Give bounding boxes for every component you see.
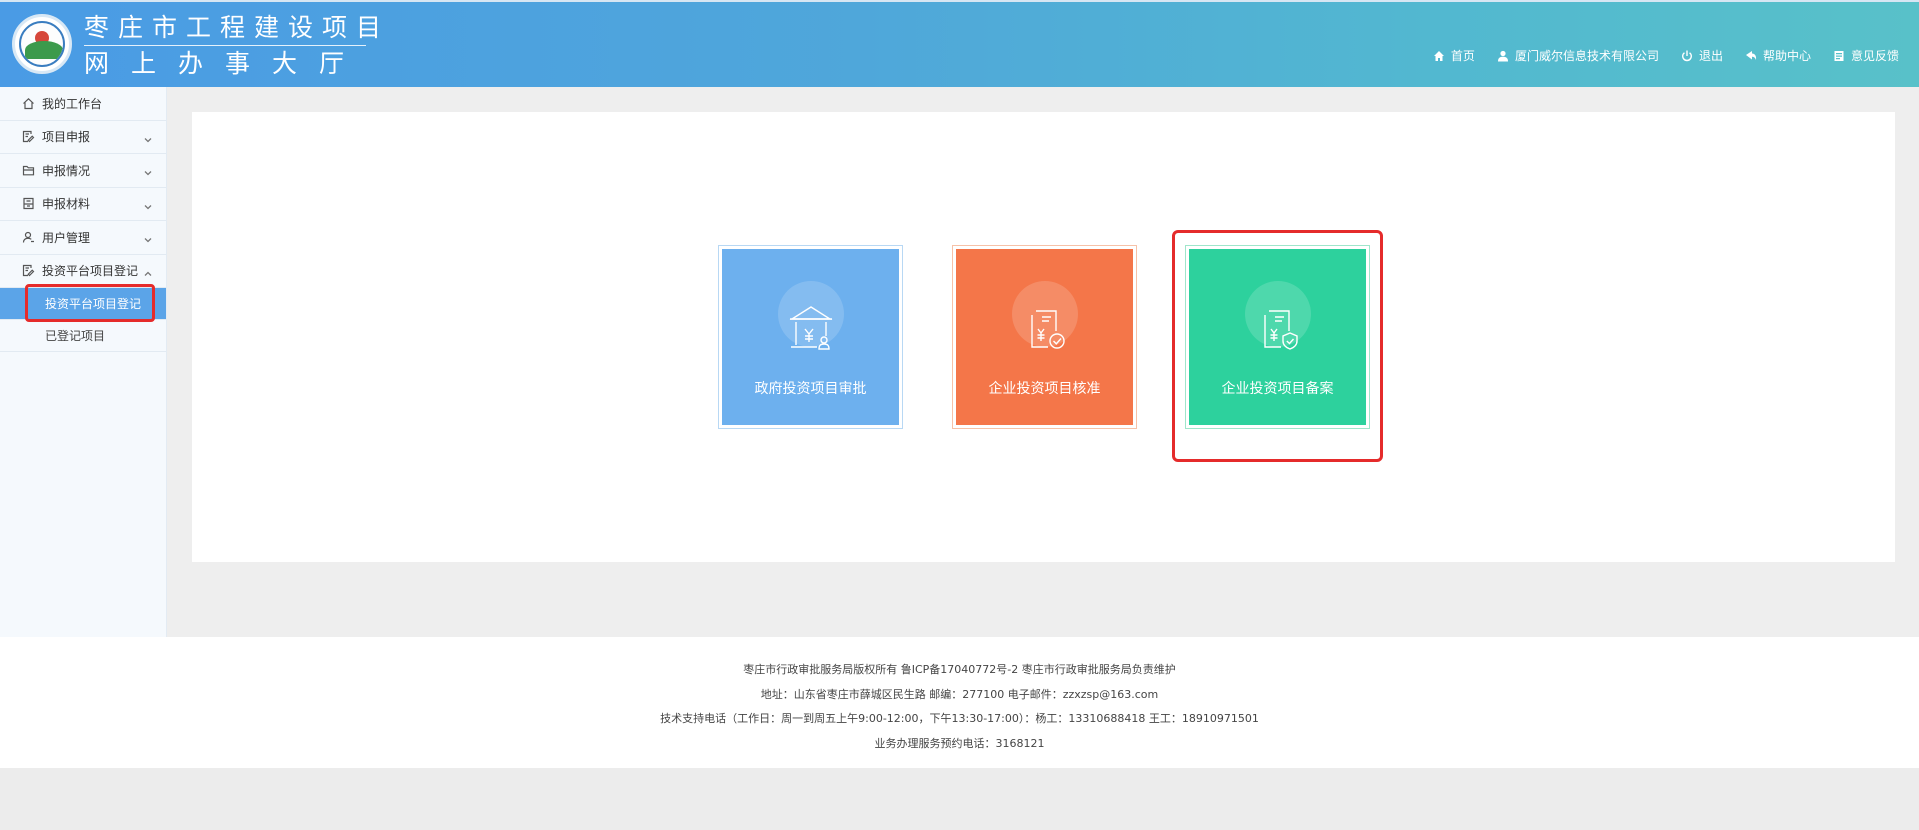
page-footer: 枣庄市行政审批服务局版权所有 鲁ICP备17040772号-2 枣庄市行政审批服…: [0, 637, 1919, 768]
page-bottom-background: [0, 768, 1919, 830]
nav-user-label: 厦门威尔信息技术有限公司: [1514, 49, 1659, 63]
edit-doc-icon: [22, 264, 35, 277]
logo-emblem: [19, 21, 65, 67]
sidebar-item-label: 申报材料: [42, 197, 91, 212]
sidebar-subitem-registered-projects[interactable]: 已登记项目: [0, 320, 166, 352]
archive-icon: [22, 197, 35, 210]
edit-doc-icon: [22, 130, 35, 143]
title-divider: [84, 45, 366, 46]
card-label: 政府投资项目审批: [754, 381, 867, 397]
chevron-down-icon: [144, 233, 152, 243]
sidebar-item-user-management[interactable]: 用户管理: [0, 221, 166, 255]
nav-feedback-link[interactable]: 意见反馈: [1833, 47, 1899, 64]
sidebar-subitem-label: 已登记项目: [45, 329, 106, 343]
nav-user-link[interactable]: 厦门威尔信息技术有限公司: [1497, 47, 1659, 64]
sidebar: 我的工作台 项目申报 申报情况 申报材料 用户管理 投资平台项目登记 投资平台项…: [0, 87, 167, 637]
chevron-down-icon: [144, 200, 152, 209]
site-title-line2: 网上办事大厅: [84, 49, 367, 78]
footer-address: 地址：山东省枣庄市薛城区民生路 邮编：277100 电子邮件：zzxzsp@16…: [760, 687, 1159, 701]
sidebar-item-label: 申报情况: [42, 163, 91, 178]
government-building-icon: [770, 301, 852, 367]
nav-logout-link[interactable]: 退出: [1681, 47, 1723, 64]
selected-card-highlight-box: [1172, 230, 1383, 462]
nav-home-label: 首页: [1450, 49, 1475, 63]
footer-booking-phone: 业务办理服务预约电话：3168121: [874, 736, 1045, 750]
help-icon: [1745, 50, 1757, 62]
footer-support-phone: 技术支持电话（工作日：周一到周五上午9:00-12:00，下午13:30-17:…: [660, 712, 1259, 725]
sidebar-item-label: 我的工作台: [42, 96, 103, 111]
card-body: 企业投资项目核准: [956, 249, 1133, 425]
sidebar-item-label: 用户管理: [42, 230, 91, 245]
nav-help-link[interactable]: 帮助中心: [1745, 47, 1811, 64]
sidebar-item-label: 项目申报: [42, 130, 91, 145]
gov-investment-approval-card[interactable]: 政府投资项目审批: [718, 245, 903, 429]
footer-copyright: 枣庄市行政审批服务局版权所有 鲁ICP备17040772号-2 枣庄市行政审批服…: [743, 663, 1176, 676]
sidebar-item-investment-registration[interactable]: 投资平台项目登记: [0, 255, 166, 288]
sidebar-item-project-apply[interactable]: 项目申报: [0, 121, 166, 154]
sidebar-item-workbench[interactable]: 我的工作台: [0, 87, 166, 121]
sidebar-item-apply-materials[interactable]: 申报材料: [0, 188, 166, 221]
user-icon: [1497, 50, 1509, 62]
enterprise-investment-approval-card[interactable]: 企业投资项目核准: [952, 245, 1137, 429]
folder-icon: [22, 164, 35, 177]
logo-hill: [25, 41, 63, 59]
chevron-down-icon: [144, 133, 152, 142]
site-title: 枣庄市工程建设项目 网上办事大厅: [84, 13, 390, 79]
document-check-icon: [1004, 301, 1086, 367]
nav-feedback-label: 意见反馈: [1850, 49, 1899, 63]
header-top-border: [0, 0, 1919, 2]
card-body: 政府投资项目审批: [722, 249, 899, 425]
nav-home-link[interactable]: 首页: [1433, 47, 1475, 64]
user-icon: [22, 231, 35, 244]
chevron-down-icon: [144, 166, 152, 176]
power-icon: [1681, 50, 1693, 62]
card-label: 企业投资项目核准: [988, 381, 1101, 397]
home-icon: [22, 97, 35, 110]
chevron-up-icon: [144, 267, 152, 276]
sidebar-item-apply-status[interactable]: 申报情况: [0, 154, 166, 188]
top-nav: 首页 厦门威尔信息技术有限公司 退出 帮助中心 意见反馈: [1411, 47, 1899, 64]
active-item-highlight-box: [25, 284, 155, 322]
home-icon: [1433, 50, 1445, 62]
sidebar-item-label: 投资平台项目登记: [42, 264, 139, 279]
city-seal-logo[interactable]: [12, 14, 72, 74]
feedback-icon: [1833, 50, 1845, 62]
nav-help-label: 帮助中心: [1762, 49, 1811, 63]
nav-logout-label: 退出: [1698, 49, 1723, 63]
page-header: 枣庄市工程建设项目 网上办事大厅 首页 厦门威尔信息技术有限公司 退出 帮助中心…: [0, 0, 1919, 87]
site-title-line1: 枣庄市工程建设项目: [84, 13, 391, 42]
